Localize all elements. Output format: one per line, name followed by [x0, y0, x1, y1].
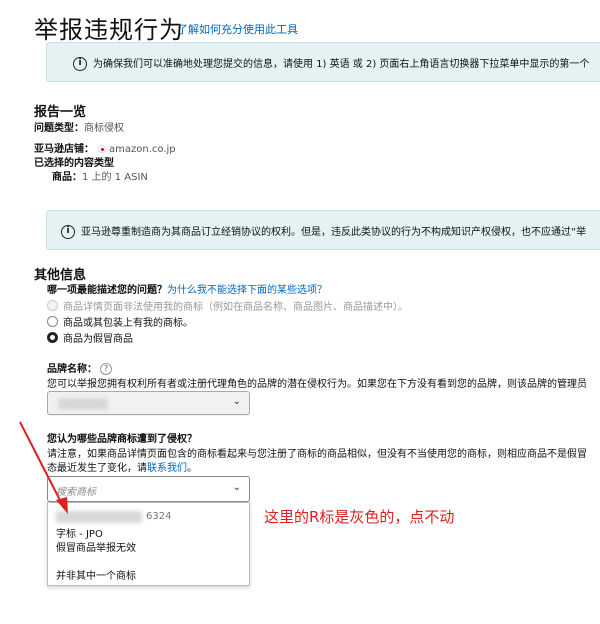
annotation-arrow-icon [19, 421, 68, 514]
annotation-text: 这里的R标是灰色的，点不动 [264, 508, 455, 526]
